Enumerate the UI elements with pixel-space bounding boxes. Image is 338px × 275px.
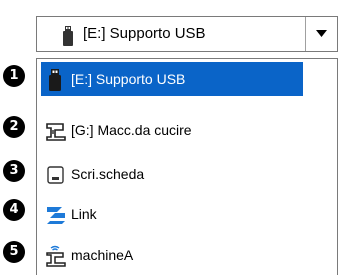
list-item-link[interactable]: Link [41, 197, 303, 231]
list-item-usb[interactable]: [E:] Supporto USB [41, 62, 303, 96]
usb-drive-icon [61, 26, 75, 46]
selected-drive-label: [E:] Supporto USB [83, 25, 206, 42]
callout-badge-4: 4 [3, 199, 25, 221]
dropdown-arrow-icon [316, 30, 327, 37]
callout-badge-2: 2 [3, 116, 25, 138]
list-item-label: [E:] Supporto USB [71, 71, 186, 87]
list-item-label: Link [71, 206, 97, 222]
link-icon [45, 204, 67, 226]
callout-badge-1: 1 [3, 65, 25, 87]
drive-dropdown-list: [E:] Supporto USB [G:] Macc.da cucire Sc… [36, 58, 338, 275]
sewing-machine-icon [45, 120, 67, 142]
usb-drive-icon [45, 69, 67, 91]
list-item-machine-a[interactable]: machineA [41, 238, 303, 272]
drive-select[interactable]: [E:] Supporto USB [36, 16, 338, 52]
callout-badge-3: 3 [3, 160, 25, 182]
wireless-machine-icon [45, 245, 67, 267]
card-writer-icon [45, 164, 67, 186]
list-item-label: Scri.scheda [71, 166, 145, 182]
list-item-label: machineA [71, 247, 134, 263]
list-item-sewing-machine[interactable]: [G:] Macc.da cucire [41, 113, 303, 147]
list-item-card-writer[interactable]: Scri.scheda [41, 157, 303, 191]
dropdown-button[interactable] [305, 17, 337, 51]
list-item-label: [G:] Macc.da cucire [71, 122, 192, 138]
callout-badge-5: 5 [3, 241, 25, 263]
